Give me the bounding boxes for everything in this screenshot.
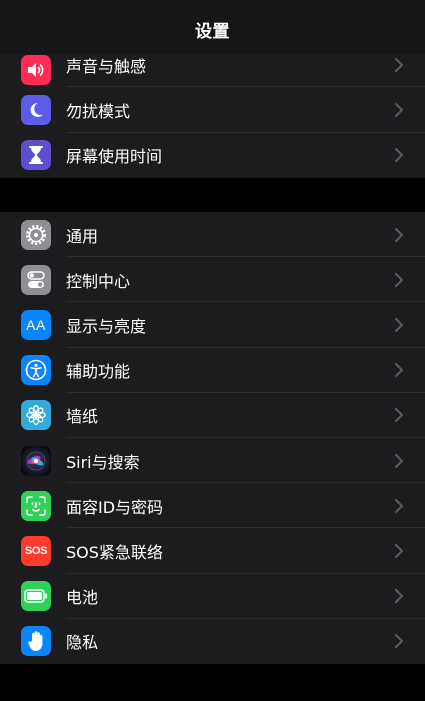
settings-row-label: Siri与搜索	[66, 452, 140, 472]
hourglass-icon	[21, 140, 51, 171]
settings-row-face-id-passcode[interactable]: 面容ID与密码	[0, 483, 425, 529]
chevron-right-icon	[395, 272, 403, 287]
chevron-right-icon	[395, 498, 403, 513]
chevron-right-icon	[395, 363, 403, 378]
settings-row-label: 通用	[66, 226, 99, 246]
page-title: 设置	[195, 22, 230, 42]
chevron-right-icon	[395, 57, 403, 72]
chevron-right-icon	[395, 543, 403, 558]
settings-row-accessibility[interactable]: 辅助功能	[0, 348, 425, 393]
chevron-right-icon	[395, 589, 403, 604]
chevron-right-icon	[395, 102, 403, 117]
chevron-right-icon	[395, 317, 403, 332]
hand-icon	[21, 626, 51, 657]
accessibility-icon	[21, 355, 51, 386]
text-size-icon: AA	[21, 309, 51, 340]
face-id-icon	[21, 490, 51, 521]
settings-row-battery[interactable]: 电池	[0, 574, 425, 619]
sos-icon: SOS	[21, 535, 51, 566]
settings-group-1: 声音与触感 勿扰模式 屏幕使用时间	[0, 42, 425, 178]
gear-icon	[21, 219, 51, 250]
chevron-right-icon	[395, 227, 403, 242]
chevron-right-icon	[395, 453, 403, 468]
settings-row-label: 面容ID与密码	[66, 497, 164, 517]
settings-row-label: 屏幕使用时间	[66, 147, 163, 167]
toggles-icon	[21, 264, 51, 295]
settings-row-label: SOS紧急联络	[66, 542, 163, 562]
settings-row-label: 显示与亮度	[66, 316, 147, 336]
chevron-right-icon	[395, 148, 403, 163]
chevron-right-icon	[395, 634, 403, 649]
settings-row-label: 勿扰模式	[66, 101, 131, 121]
settings-row-label: 隐私	[66, 633, 99, 653]
settings-row-label: 辅助功能	[66, 362, 131, 382]
settings-row-label: 控制中心	[66, 271, 131, 291]
navigation-bar: 设置	[0, 0, 425, 54]
settings-row-emergency-sos[interactable]: SOS SOS紧急联络	[0, 528, 425, 574]
settings-row-label: 电池	[66, 588, 99, 608]
settings-row-general[interactable]: 通用	[0, 212, 425, 258]
chevron-right-icon	[395, 408, 403, 423]
settings-row-control-center[interactable]: 控制中心	[0, 257, 425, 303]
moon-icon	[21, 94, 51, 125]
settings-row-do-not-disturb[interactable]: 勿扰模式	[0, 87, 425, 133]
speaker-icon	[21, 54, 51, 85]
settings-row-siri-search[interactable]: Siri与搜索	[0, 438, 425, 484]
settings-row-screen-time[interactable]: 屏幕使用时间	[0, 133, 425, 178]
siri-icon	[21, 445, 51, 476]
battery-icon	[21, 581, 51, 612]
settings-row-label: 墙纸	[66, 407, 99, 427]
settings-row-wallpaper[interactable]: 墙纸	[0, 393, 425, 438]
settings-row-label: 声音与触感	[66, 56, 147, 76]
flower-icon	[21, 400, 51, 431]
settings-row-display-brightness[interactable]: AA 显示与亮度	[0, 302, 425, 348]
settings-group-2: 通用 控制中心 AA 显示与亮度 辅助功能 墙纸 Siri与搜索 面容ID与密码…	[0, 212, 425, 664]
settings-row-privacy[interactable]: 隐私	[0, 619, 425, 664]
